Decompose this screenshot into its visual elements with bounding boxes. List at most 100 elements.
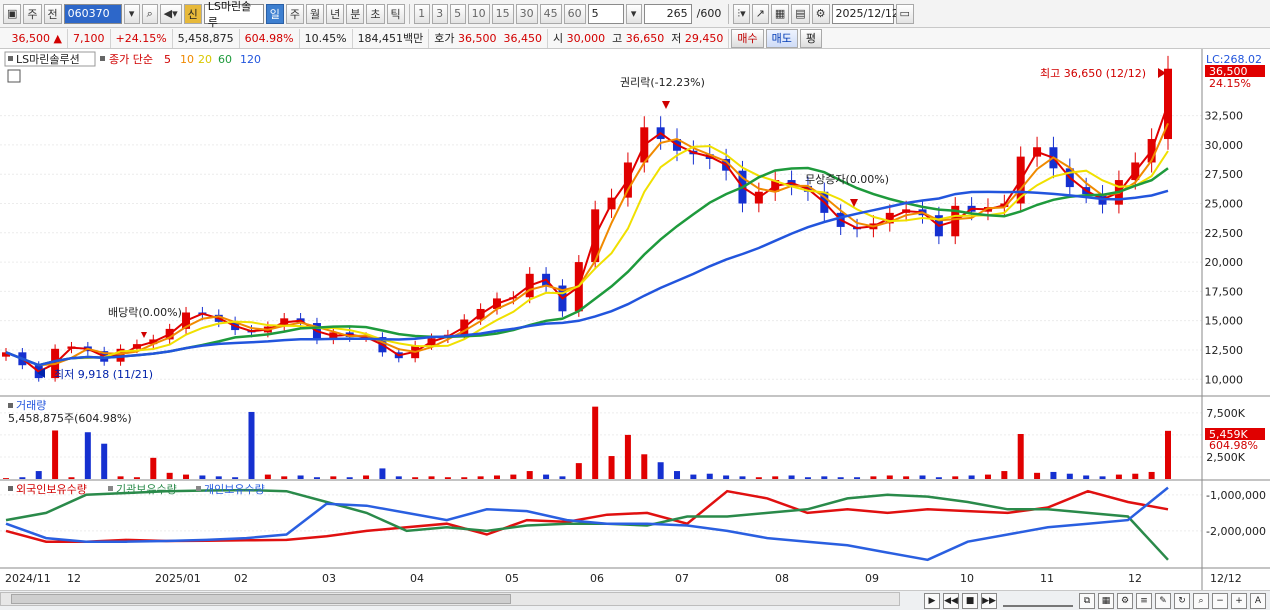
legend-inst: 기관보유수량 bbox=[116, 483, 177, 496]
calculator-icon[interactable] bbox=[7, 69, 21, 83]
interval-dropdown-icon[interactable]: ▾ bbox=[625, 3, 642, 24]
font-icon[interactable]: A bbox=[1250, 592, 1266, 609]
volume-bar bbox=[755, 477, 762, 479]
stock-name-field[interactable]: LS마린솔루 bbox=[203, 0, 264, 29]
volume-bar bbox=[117, 476, 124, 479]
stock-chart[interactable]: 10,000 12,500 15,000 17,500 20,000 22,500 25,0… bbox=[0, 49, 1270, 590]
rotate-icon[interactable]: ↻ bbox=[1174, 592, 1190, 609]
ask-price: 36,500 bbox=[458, 31, 497, 45]
low-price: 29,450 bbox=[684, 31, 724, 45]
gear-icon[interactable]: ⚙ bbox=[811, 3, 830, 24]
interval-60[interactable]: 60 bbox=[563, 3, 586, 24]
forward-icon[interactable]: ▶▶ bbox=[981, 592, 997, 609]
prev-button[interactable]: 전 bbox=[43, 3, 62, 24]
code-dropdown-icon[interactable]: ▾ bbox=[123, 3, 140, 24]
draw-tool-icon[interactable]: ↗ bbox=[751, 3, 769, 24]
volume-bar bbox=[1083, 475, 1090, 479]
price-tick-label: 10,000 bbox=[1205, 373, 1244, 386]
tab-period-day[interactable]: 일 bbox=[265, 3, 284, 24]
volume-bar bbox=[264, 474, 271, 479]
volume-bar bbox=[1115, 474, 1122, 479]
x-tick-label: 02 bbox=[234, 572, 248, 585]
tab-period-week[interactable]: 주 bbox=[285, 3, 305, 24]
price-change: 7,100 bbox=[68, 28, 111, 48]
volume-bar bbox=[150, 457, 157, 479]
volume-bar bbox=[232, 477, 239, 479]
x-tick-label: 10 bbox=[960, 572, 974, 585]
tab-period-year[interactable]: 년 bbox=[326, 3, 345, 24]
ma-label-60: 60 bbox=[218, 53, 232, 66]
window-icon[interactable]: ▣ bbox=[3, 3, 22, 24]
volume-bar bbox=[248, 411, 255, 479]
speaker-icon[interactable]: ◀▾ bbox=[159, 3, 182, 24]
zoom-icon[interactable]: ⌕ bbox=[1193, 592, 1209, 609]
rewind-icon[interactable]: ◀◀ bbox=[943, 592, 959, 609]
tab-period-tick[interactable]: 틱 bbox=[386, 3, 405, 24]
tab-period-month[interactable]: 월 bbox=[306, 3, 325, 24]
interval-30[interactable]: 30 bbox=[515, 3, 538, 24]
volume-bar bbox=[297, 475, 304, 479]
volume-bar bbox=[559, 476, 566, 479]
interval-15[interactable]: 15 bbox=[491, 3, 514, 24]
holdings-tick-label: -2,000,000 bbox=[1206, 525, 1266, 538]
current-price-value: 36,500 bbox=[11, 31, 51, 45]
volume-bar bbox=[363, 475, 370, 479]
bid-price: 36,450 bbox=[503, 31, 543, 45]
candle-type-icon[interactable]: ⫶▾ bbox=[733, 3, 750, 24]
interval-10[interactable]: 10 bbox=[467, 3, 490, 24]
stock-code-input[interactable]: 060370 bbox=[63, 3, 122, 24]
volume-bar bbox=[1017, 434, 1024, 479]
bid-label: 호가 bbox=[434, 32, 455, 45]
price-tick-label: 17,500 bbox=[1205, 285, 1244, 298]
sell-button[interactable]: 매도 bbox=[765, 28, 798, 48]
horizontal-scrollbar[interactable] bbox=[0, 592, 900, 606]
interval-3[interactable]: 3 bbox=[431, 3, 448, 24]
play-icon[interactable]: ▶ bbox=[924, 592, 940, 609]
legend-square-icon bbox=[108, 486, 113, 491]
copy-icon[interactable]: ⧉ bbox=[1079, 592, 1095, 609]
stop-icon[interactable]: ■ bbox=[962, 592, 978, 609]
grid-icon[interactable]: ▦ bbox=[770, 3, 790, 24]
annotation-bonus: 무상증자(0.00%) bbox=[805, 173, 889, 186]
x-tick-label: 12 bbox=[67, 572, 81, 585]
buy-button[interactable]: 매수 bbox=[731, 28, 764, 48]
x-tick-label: 06 bbox=[590, 572, 604, 585]
eval-button[interactable]: 평 bbox=[799, 28, 823, 48]
scrollbar-thumb[interactable] bbox=[11, 594, 511, 604]
count-input[interactable]: 265 bbox=[643, 3, 692, 24]
line-tool-icon[interactable]: ≡ bbox=[1136, 592, 1152, 609]
minus-icon[interactable]: − bbox=[1212, 592, 1228, 609]
settings-icon[interactable]: ⚙ bbox=[1117, 592, 1133, 609]
volume-bar bbox=[854, 477, 861, 479]
zoom-slider[interactable] bbox=[1003, 595, 1073, 607]
volume-bar bbox=[199, 475, 206, 479]
tab-period-minute[interactable]: 분 bbox=[346, 3, 365, 24]
period-main-button[interactable]: 주 bbox=[23, 3, 42, 24]
tab-period-second[interactable]: 초 bbox=[366, 3, 385, 24]
volume-bar bbox=[477, 476, 484, 479]
volume-bar bbox=[379, 468, 386, 479]
volume-bar bbox=[952, 476, 959, 479]
legend-square-icon bbox=[100, 56, 105, 61]
volume-bar bbox=[84, 432, 91, 479]
interval-1[interactable]: 1 bbox=[413, 3, 430, 24]
draw-icon[interactable]: ✎ bbox=[1155, 592, 1171, 609]
volume-bar bbox=[215, 476, 222, 479]
search-icon[interactable]: ⌕ bbox=[141, 3, 158, 24]
legend-square-icon bbox=[8, 403, 13, 408]
interval-45[interactable]: 45 bbox=[539, 3, 562, 24]
date-input[interactable]: 2025/12/12 bbox=[831, 3, 899, 24]
interval-5[interactable]: 5 bbox=[449, 3, 466, 24]
calendar-icon[interactable]: ▭ bbox=[895, 3, 914, 24]
volume-bar bbox=[395, 476, 402, 479]
interval-select[interactable]: 5 bbox=[587, 3, 624, 24]
ma-label-5: 5 bbox=[164, 53, 171, 66]
plus-icon[interactable]: + bbox=[1231, 592, 1247, 609]
holdings-tick-label: -1,000,000 bbox=[1206, 489, 1266, 502]
volume-bar bbox=[690, 474, 697, 479]
save-icon[interactable]: ▤ bbox=[791, 3, 810, 24]
x-tick-label-right: 12/12 bbox=[1210, 572, 1242, 585]
pct-tag: 24.15% bbox=[1209, 77, 1251, 90]
layout-icon[interactable]: ▦ bbox=[1098, 592, 1114, 609]
volume-bar bbox=[870, 476, 877, 479]
